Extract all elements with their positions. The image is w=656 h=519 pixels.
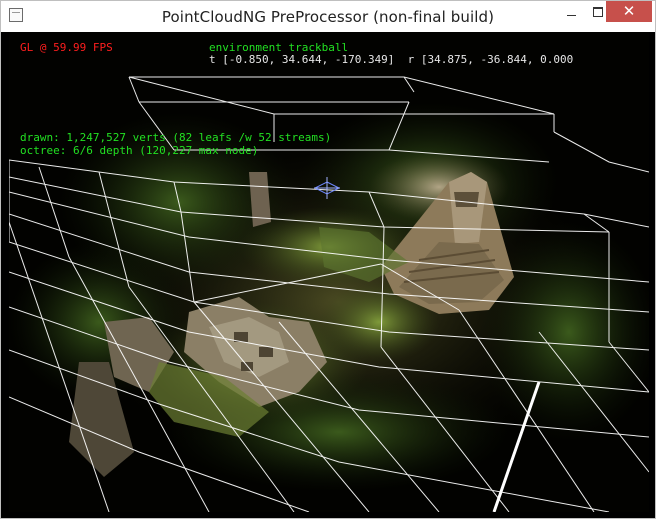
title-bar[interactable]: PointCloudNG PreProcessor (non-final bui… (1, 1, 655, 32)
gl-viewport[interactable]: GL @ 59.99 FPS environment trackball t [… (9, 32, 649, 512)
camera-transform-readout: t [-0.850, 34.644, -170.349] r [34.875, … (209, 53, 574, 66)
fps-counter: GL @ 59.99 FPS (20, 41, 113, 54)
point-cloud-scene (9, 76, 649, 512)
minimize-icon (567, 14, 576, 16)
minimize-button[interactable] (558, 1, 585, 22)
maximize-icon (592, 6, 603, 17)
close-button[interactable]: ✕ (606, 1, 652, 22)
octree-depth-stats: octree: 6/6 depth (120,227 max node) (20, 144, 259, 157)
close-icon: ✕ (622, 2, 636, 20)
drawn-vertices-stats: drawn: 1,247,527 verts (82 leafs /w 52 s… (20, 131, 332, 144)
window-title: PointCloudNG PreProcessor (non-final bui… (161, 8, 495, 26)
app-window: PointCloudNG PreProcessor (non-final bui… (0, 0, 656, 519)
